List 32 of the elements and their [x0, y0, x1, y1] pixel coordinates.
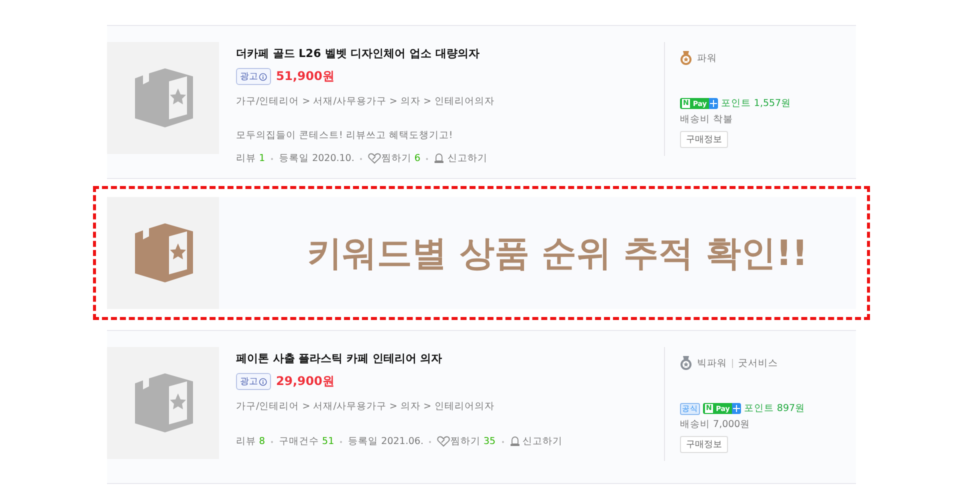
ad-badge[interactable]: 광고	[236, 68, 271, 85]
heart-icon[interactable]	[437, 436, 450, 447]
report-link[interactable]: 신고하기	[447, 152, 488, 165]
purchase-info-button[interactable]: 구매정보	[680, 436, 728, 453]
product-price: 29,900원	[276, 373, 334, 390]
wish-count[interactable]: 찜하기 6	[381, 152, 420, 165]
product-price: 51,900원	[276, 68, 334, 85]
points-text: 포인트 897원	[744, 402, 806, 415]
seller-grade: 굿서비스	[738, 356, 778, 370]
bell-icon[interactable]	[434, 153, 444, 164]
product-stat: 등록일 2020.10.	[279, 152, 354, 165]
product-stat: 등록일 2021.06.	[348, 435, 424, 448]
product-title[interactable]: 더카페 골드 L26 벨벳 디자인체어 업소 대량의자	[236, 46, 664, 61]
seller-grade: 파워	[697, 52, 717, 64]
product-title[interactable]: 페이톤 사출 플라스틱 카페 인테리어 의자	[236, 351, 664, 366]
bell-icon[interactable]	[510, 436, 520, 447]
category-path: 가구/인테리어 > 서재/사무용가구 > 의자 > 인테리어의자	[236, 400, 496, 413]
shipping-fee: 배송비 착불	[680, 113, 734, 126]
purchase-info-button[interactable]: 구매정보	[680, 131, 728, 148]
ad-badge[interactable]: 광고	[236, 373, 271, 390]
product-stat: 리뷰 8	[236, 435, 266, 448]
product-description: 모두의집들이 콘테스트! 리뷰쓰고 혜택도챙기고!	[236, 129, 454, 142]
report-link[interactable]: 신고하기	[522, 435, 563, 448]
points-text: 포인트 1,557원	[720, 97, 792, 110]
shipping-fee: 배송비 7,000원	[680, 418, 752, 431]
product-stat: 구매건수 51	[279, 435, 334, 448]
category-path: 가구/인테리어 > 서재/사무용가구 > 의자 > 인테리어의자	[236, 95, 496, 108]
product-stat: 리뷰 1	[236, 152, 266, 165]
banner-headline: 키워드별 상품 순위 추적 확인!!	[306, 232, 809, 276]
seller-grade: 빅파워	[697, 356, 727, 370]
heart-icon[interactable]	[368, 153, 382, 164]
wish-count[interactable]: 찜하기 35	[450, 435, 496, 448]
